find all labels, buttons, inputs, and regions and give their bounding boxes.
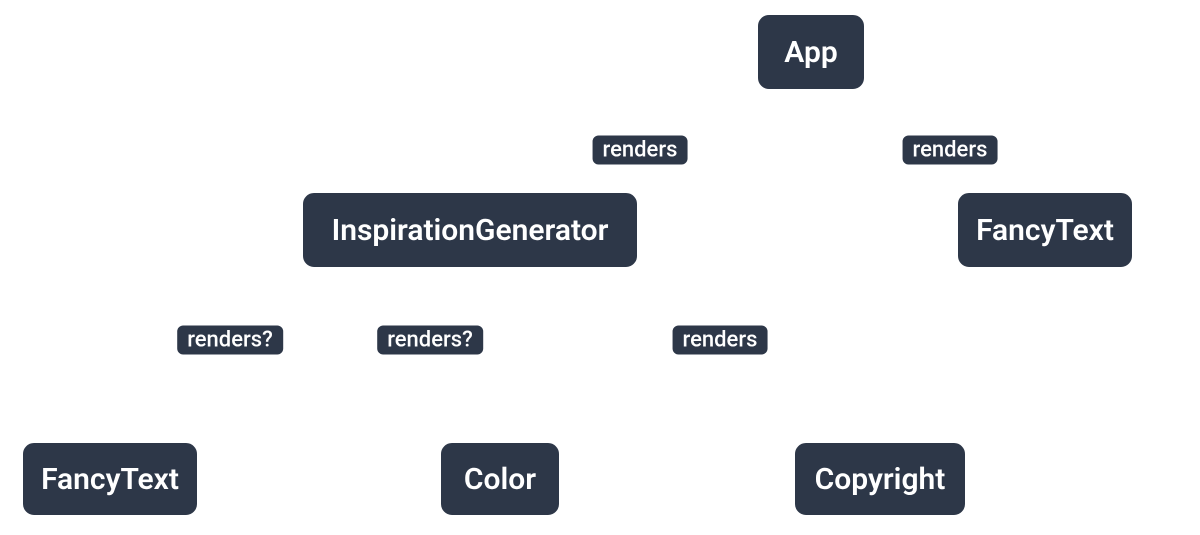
node-fancy-text-bottom: FancyText xyxy=(20,440,200,518)
edge-label-ig-to-color-cond: renders? xyxy=(377,326,483,355)
node-app: App xyxy=(755,12,867,92)
edge-label-app-to-ig: renders xyxy=(593,136,688,165)
node-copyright: Copyright xyxy=(792,440,968,518)
node-copyright-label: Copyright xyxy=(815,462,946,497)
edge-label-ig-to-ft-cond: renders? xyxy=(177,326,283,355)
node-color: Color xyxy=(438,440,562,518)
node-fancy-text-bottom-label: FancyText xyxy=(41,462,179,497)
node-color-label: Color xyxy=(464,462,536,497)
node-inspiration-generator-label: InspirationGenerator xyxy=(332,213,609,248)
node-fancy-text-top-label: FancyText xyxy=(976,213,1114,248)
node-fancy-text-top: FancyText xyxy=(955,190,1135,270)
edge-label-ig-to-copyright: renders xyxy=(673,326,768,355)
edge-label-app-to-ft: renders xyxy=(903,136,998,165)
node-inspiration-generator: InspirationGenerator xyxy=(300,190,640,270)
component-tree-diagram: App InspirationGenerator FancyText Fancy… xyxy=(0,0,1200,535)
node-app-label: App xyxy=(784,35,837,70)
